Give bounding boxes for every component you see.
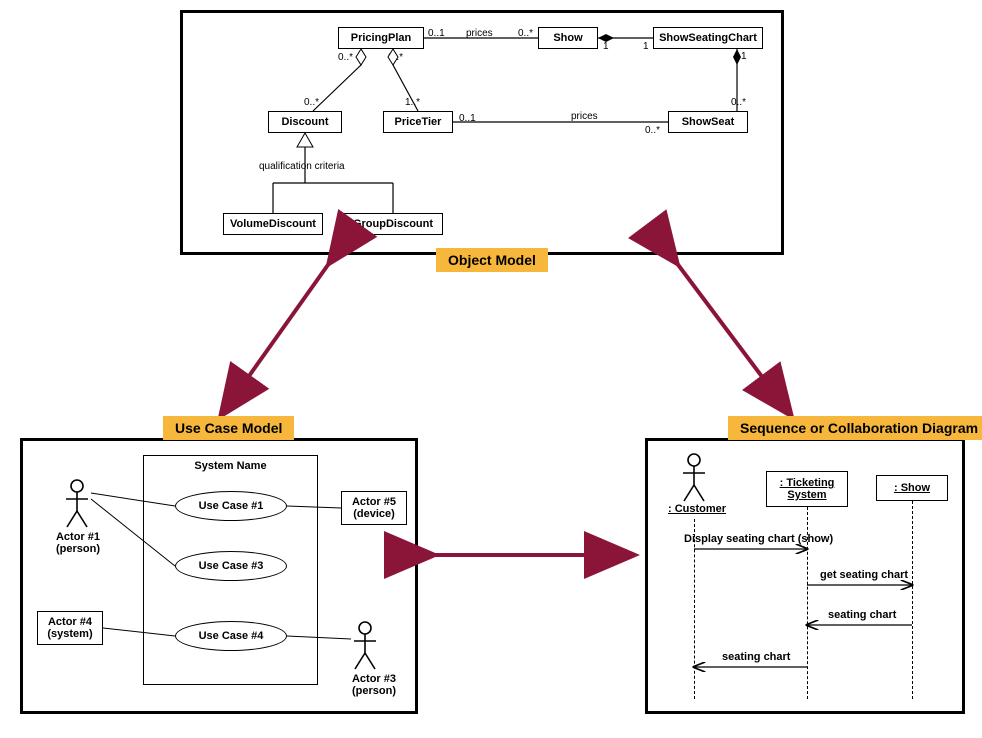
class-groupdiscount: GroupDiscount	[343, 213, 443, 235]
dash-show	[912, 501, 913, 699]
actor-4-box: Actor #4(system)	[37, 611, 103, 645]
use-case-panel: System Name Use Case #1 Use Case #3 Use …	[20, 438, 418, 714]
lifeline-ticketing: : Ticketing System	[766, 471, 848, 507]
mult-seatingchart-1a: 1	[643, 41, 649, 52]
usecase-4: Use Case #4	[175, 621, 287, 651]
assoc-prices-bot: prices	[571, 111, 598, 122]
class-show: Show	[538, 27, 598, 49]
note-qual: qualification criteria	[259, 161, 345, 172]
mult-tier-01: 0..1	[459, 113, 476, 124]
mult-seatingchart-1b: 1	[741, 51, 747, 62]
actor-3-label: Actor #3(person)	[339, 673, 409, 697]
seq-label: Sequence or Collaboration Diagram	[728, 416, 982, 440]
actor-1-label: Actor #1(person)	[43, 531, 113, 555]
class-showseat: ShowSeat	[668, 111, 748, 133]
msg2: get seating chart	[820, 569, 908, 581]
msg4: seating chart	[722, 651, 790, 663]
class-discount: Discount	[268, 111, 342, 133]
system-name: System Name	[144, 460, 317, 472]
mult-plan-prices-01: 0..1	[428, 28, 445, 39]
mult-seat-0s: 0..*	[645, 125, 660, 136]
actor-3-figure	[351, 621, 379, 671]
assoc-prices-top: prices	[466, 28, 493, 39]
object-model-label: Object Model	[436, 248, 548, 272]
actor-5-box: Actor #5(device)	[341, 491, 407, 525]
lifeline-show: : Show	[876, 475, 948, 501]
mult-disc-0s: 0..*	[304, 97, 319, 108]
object-model-panel: PricingPlan Show ShowSeatingChart Discou…	[180, 10, 784, 255]
use-case-label: Use Case Model	[163, 416, 294, 440]
seq-customer-label: : Customer	[662, 503, 732, 515]
mult-plan-disc-0s1: 0..*	[338, 52, 353, 63]
class-volumediscount: VolumeDiscount	[223, 213, 323, 235]
dash-customer	[694, 519, 695, 699]
actor-1-figure	[63, 479, 91, 529]
msg3: seating chart	[828, 609, 896, 621]
mult-plan-tier-0s1: 0..*	[388, 52, 403, 63]
mult-plan-prices-0s: 0..*	[518, 28, 533, 39]
class-showseatingchart: ShowSeatingChart	[653, 27, 763, 49]
class-pricetier: PriceTier	[383, 111, 453, 133]
mult-tier-1s: 1..*	[405, 97, 420, 108]
sequence-panel: : Customer : Ticketing System : Show Dis…	[645, 438, 965, 714]
usecase-3: Use Case #3	[175, 551, 287, 581]
usecase-1: Use Case #1	[175, 491, 287, 521]
class-pricingplan: PricingPlan	[338, 27, 424, 49]
mult-show-1: 1	[603, 41, 609, 52]
msg1: Display seating chart (show)	[684, 533, 833, 545]
mult-showseat-top: 0..*	[731, 97, 746, 108]
seq-customer-figure	[680, 453, 708, 503]
